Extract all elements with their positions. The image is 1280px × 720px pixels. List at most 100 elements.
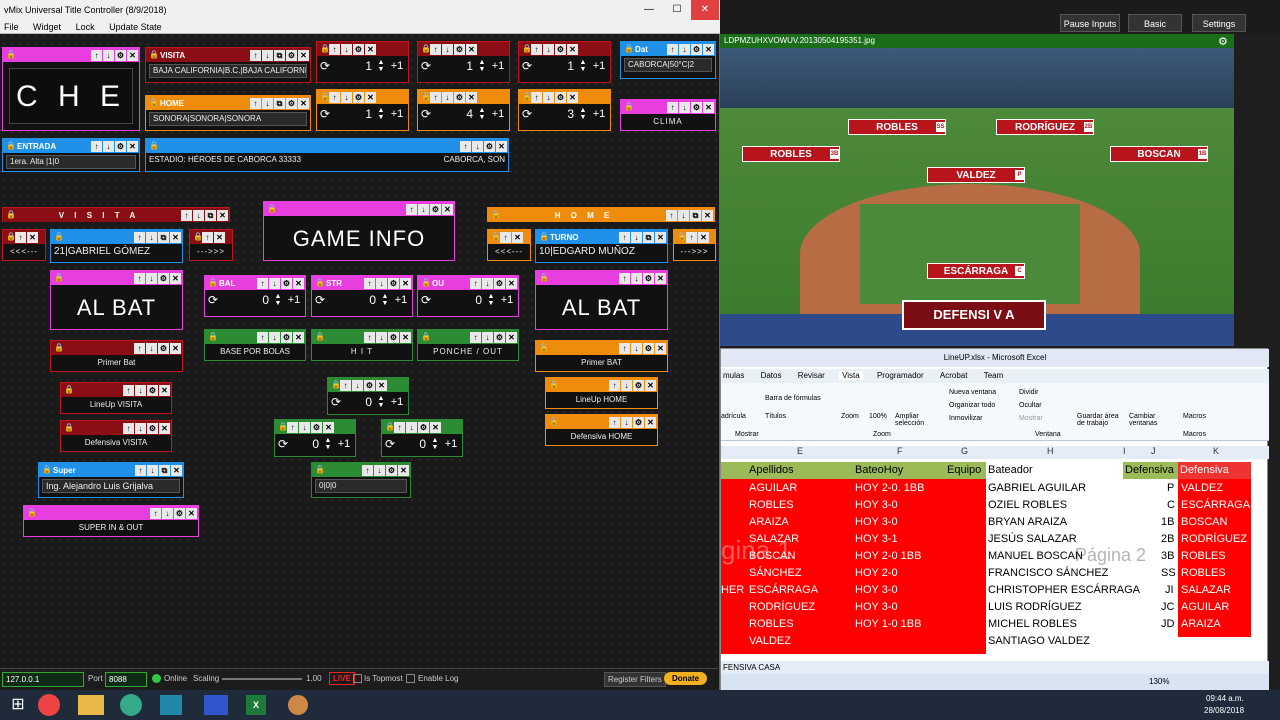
close-icon[interactable]: ✕ — [703, 101, 714, 113]
app-icon[interactable] — [288, 695, 308, 715]
reset-icon[interactable]: ⟳ — [519, 59, 535, 73]
up-icon[interactable]: ↑ — [150, 507, 161, 519]
close-icon[interactable]: ✕ — [365, 43, 376, 55]
up-icon[interactable]: ↑ — [394, 421, 405, 433]
plus-one-button[interactable]: +1 — [496, 294, 518, 306]
lock-icon[interactable]: 🔒 — [421, 44, 431, 54]
copy-icon[interactable]: ⧉ — [158, 231, 169, 243]
reset-icon[interactable]: ⟳ — [328, 395, 344, 409]
up-icon[interactable]: ↑ — [609, 416, 620, 428]
lock-icon[interactable]: 🔒 — [6, 50, 16, 60]
lock-icon[interactable]: 🔒 — [208, 332, 218, 342]
counter-value[interactable]: 1 — [333, 59, 376, 73]
primer-bat-button[interactable]: Primer Bat — [51, 355, 182, 367]
up-icon[interactable]: ↑ — [430, 91, 441, 103]
lock-icon[interactable]: 🔒 — [54, 232, 64, 242]
gear-icon[interactable]: ⚙ — [174, 507, 185, 519]
down-icon[interactable]: ↓ — [269, 277, 280, 289]
lock-icon[interactable]: 🔒 — [522, 92, 532, 102]
down-icon[interactable]: ↓ — [482, 331, 493, 343]
up-icon[interactable]: ↑ — [666, 209, 677, 221]
down-icon[interactable]: ↓ — [269, 331, 280, 343]
prev-button[interactable]: <<<--- — [3, 244, 45, 256]
copy-icon[interactable]: ⧉ — [643, 231, 654, 243]
outs-value[interactable]: 0 — [434, 293, 486, 307]
tab-acrobat[interactable]: Acrobat — [940, 371, 968, 380]
defensiva-home-button[interactable]: Defensiva HOME — [546, 429, 657, 441]
menu-update-state[interactable]: Update State — [109, 22, 162, 32]
cuadricula-checkbox[interactable]: adrícula — [721, 413, 746, 420]
down-icon[interactable]: ↓ — [374, 464, 385, 476]
lock-icon[interactable]: 🔒 — [491, 210, 501, 220]
spinner-icon[interactable]: ▲ ▼ — [477, 59, 487, 73]
down-icon[interactable]: ↓ — [376, 277, 387, 289]
lock-icon[interactable]: 🔒 — [6, 141, 16, 151]
strikes-value[interactable]: 0 — [328, 293, 380, 307]
ampliar-seleccion-button[interactable]: Ampliar selección — [895, 413, 935, 427]
nueva-ventana-button[interactable]: Nueva ventana — [949, 389, 996, 396]
gear-icon[interactable]: ⚙ — [286, 49, 297, 61]
gear-icon[interactable]: ⚙ — [418, 421, 429, 433]
gear-icon[interactable]: ⚙ — [633, 379, 644, 391]
down-icon[interactable]: ↓ — [631, 272, 642, 284]
down-icon[interactable]: ↓ — [146, 342, 157, 354]
up-icon[interactable]: ↑ — [329, 91, 340, 103]
close-button[interactable]: ✕ — [691, 0, 719, 20]
spinner-icon[interactable]: ▲ ▼ — [380, 293, 390, 307]
bases-select[interactable]: 0|0|0 — [315, 479, 407, 493]
gear-icon[interactable]: ⚙ — [454, 43, 465, 55]
down-icon[interactable]: ↓ — [299, 421, 310, 433]
reset-icon[interactable]: ⟳ — [418, 59, 434, 73]
plus-one-button[interactable]: +1 — [386, 108, 408, 120]
down-icon[interactable]: ↓ — [543, 91, 554, 103]
up-icon[interactable]: ↑ — [134, 272, 145, 284]
menu-lock[interactable]: Lock — [76, 22, 95, 32]
down-icon[interactable]: ↓ — [621, 416, 632, 428]
register-filters-button[interactable]: Register Filters — [604, 672, 666, 687]
gear-icon[interactable]: ⚙ — [555, 43, 566, 55]
close-icon[interactable]: ✕ — [655, 231, 666, 243]
macros-button[interactable]: Macros — [1183, 413, 1206, 420]
up-icon[interactable]: ↑ — [135, 464, 146, 476]
lock-icon[interactable]: 🔒 — [539, 343, 549, 353]
settings-button[interactable]: Settings — [1192, 14, 1246, 32]
mostrar-button[interactable]: Mostrar — [1019, 415, 1043, 422]
cambiar-ventanas-button[interactable]: Cambiar ventanas — [1129, 413, 1169, 427]
up-icon[interactable]: ↑ — [619, 231, 630, 243]
close-icon[interactable]: ✕ — [400, 277, 411, 289]
lock-icon[interactable]: 🔒 — [331, 380, 341, 390]
up-icon[interactable]: ↑ — [609, 379, 620, 391]
close-icon[interactable]: ✕ — [506, 331, 517, 343]
up-icon[interactable]: ↑ — [667, 101, 678, 113]
down-icon[interactable]: ↓ — [472, 140, 483, 152]
estadio-city[interactable]: CABORCA, SON — [444, 155, 505, 164]
lock-icon[interactable]: 🔒 — [278, 422, 288, 432]
lock-icon[interactable]: 🔒 — [315, 465, 325, 475]
plus-one-button[interactable]: +1 — [588, 60, 610, 72]
port-field[interactable]: 8088 — [105, 672, 147, 687]
close-icon[interactable]: ✕ — [376, 379, 387, 391]
gear-icon[interactable]: ⚙ — [364, 379, 375, 391]
lineup-home-button[interactable]: LineUp HOME — [546, 392, 657, 404]
spinner-icon[interactable]: ▲ ▼ — [578, 59, 588, 73]
up-icon[interactable]: ↑ — [123, 422, 134, 434]
copy-icon[interactable]: ⧉ — [274, 97, 285, 109]
gear-icon[interactable]: ⚙ — [691, 43, 702, 55]
close-icon[interactable]: ✕ — [703, 43, 714, 55]
down-icon[interactable]: ↓ — [146, 231, 157, 243]
up-icon[interactable]: ↑ — [619, 342, 630, 354]
excel-icon[interactable]: X — [246, 695, 266, 715]
tab-formulas[interactable]: mulas — [723, 371, 744, 380]
reset-icon[interactable]: ⟳ — [317, 107, 333, 121]
lock-icon[interactable]: 🔒 — [385, 422, 395, 432]
plus-one-button[interactable]: +1 — [283, 294, 305, 306]
live-badge[interactable]: LIVE — [329, 672, 355, 685]
lock-icon[interactable]: 🔒 — [421, 332, 431, 342]
up-icon[interactable]: ↑ — [362, 464, 373, 476]
up-icon[interactable]: ↑ — [329, 43, 340, 55]
ponche-button[interactable]: PONCHE / OUT — [418, 344, 518, 356]
close-icon[interactable]: ✕ — [293, 331, 304, 343]
gear-icon[interactable]: ⚙ — [281, 277, 292, 289]
down-icon[interactable]: ↓ — [135, 384, 146, 396]
down-icon[interactable]: ↓ — [103, 140, 114, 152]
